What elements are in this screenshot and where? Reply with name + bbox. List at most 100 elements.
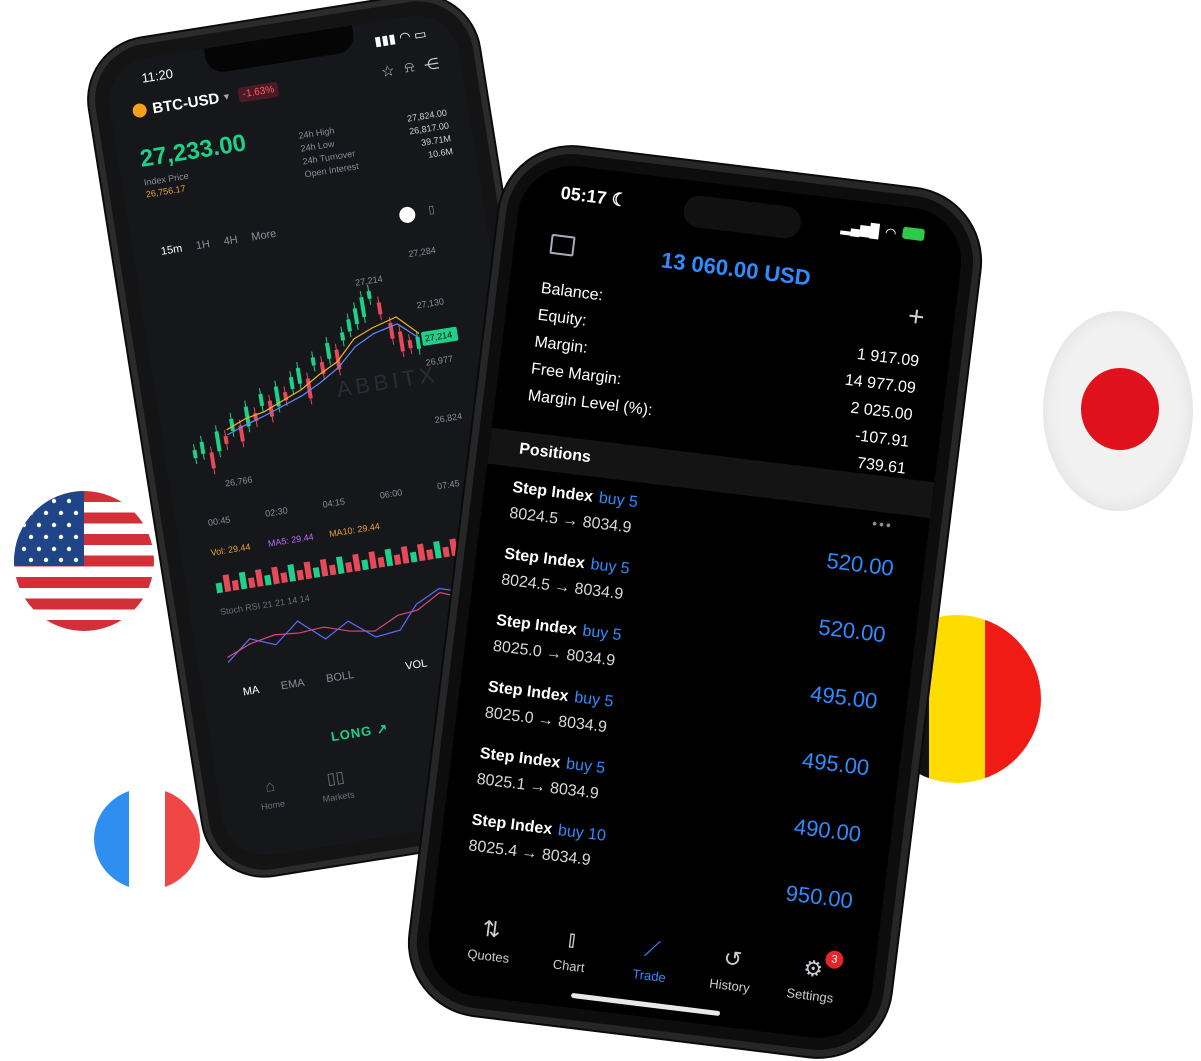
home-icon: ⌂ <box>264 777 277 797</box>
time-axis-label: 04:15 <box>322 496 346 509</box>
volume-bar <box>296 569 305 581</box>
candle <box>324 342 332 360</box>
volume-bar <box>393 554 402 566</box>
long-button[interactable]: LONG ↗ <box>330 720 390 745</box>
time-axis-label: 00:45 <box>207 514 231 527</box>
volume-bar <box>303 561 313 580</box>
status-icons: ▂▄▆█ ◠ <box>840 219 926 245</box>
position-side: buy 5 <box>597 489 639 512</box>
bottom-nav: ⌂ Home ▯▯ Markets <box>257 766 355 814</box>
candle <box>339 332 346 341</box>
volume-bar <box>433 540 442 559</box>
time-axis-label: 07:45 <box>436 478 460 491</box>
positions-list: Step Index buy 5 8024.5 → 8034.9 520.00 S… <box>465 473 899 919</box>
position-side: buy 10 <box>557 822 607 845</box>
candle <box>258 393 265 407</box>
nav-home[interactable]: ⌂ Home <box>257 777 286 814</box>
volume-legend-ma10: MA10: 29.44 <box>328 521 380 539</box>
position-prices: 8024.5 → 8034.9 <box>508 504 633 537</box>
candle <box>334 349 342 370</box>
tab-4h[interactable]: 4H <box>223 234 239 252</box>
signal-wifi-battery-icon: ▮▮▮ ◠ ▭ <box>373 25 428 49</box>
time-text: 05:17 <box>559 182 608 209</box>
candle <box>346 319 352 332</box>
summary-value: -107.91 <box>854 426 911 451</box>
position-symbol: Step Index <box>511 478 594 506</box>
nav-markets[interactable]: ▯▯ Markets <box>318 766 356 805</box>
position-symbol: Step Index <box>495 611 578 639</box>
volume-bar <box>416 543 426 562</box>
volume-bar <box>287 564 296 582</box>
trading-app-screen: 05:17 ☾ ▂▄▆█ ◠ 13 060.00 USD + Balance: … <box>422 159 968 1045</box>
moon-icon: ☾ <box>610 188 629 211</box>
volume-bar <box>247 577 256 589</box>
tab-label: Chart <box>552 956 586 976</box>
japan-flag-icon <box>1043 311 1193 511</box>
volume-bar <box>319 558 329 577</box>
tab-history[interactable]: ↺ History <box>694 942 769 997</box>
chevron-down-icon[interactable]: ▼ <box>221 91 231 102</box>
position-profit: 495.00 <box>800 747 871 781</box>
summary-label: Balance: <box>540 279 604 304</box>
tab-15m[interactable]: 15m <box>160 243 184 262</box>
position-side: buy 5 <box>581 622 623 645</box>
volume-bar <box>449 538 458 557</box>
star-icon[interactable]: ☆ <box>380 61 396 81</box>
tab-quotes[interactable]: ⇅ Quotes <box>453 912 528 967</box>
volume-bar <box>231 579 240 591</box>
tab-ema[interactable]: EMA <box>280 677 305 693</box>
change-badge: -1.63% <box>237 81 280 103</box>
wifi-icon: ◠ <box>884 224 898 241</box>
tab-settings[interactable]: ⚙ 3 Settings <box>774 949 849 1007</box>
volume-bar <box>328 564 337 576</box>
position-symbol: Step Index <box>478 744 562 772</box>
position-profit: 495.00 <box>808 680 879 714</box>
nav-label: Home <box>260 798 286 813</box>
tab-boll[interactable]: BOLL <box>325 669 355 685</box>
candle <box>366 290 372 300</box>
candle <box>295 367 303 385</box>
volume-bar <box>264 574 272 586</box>
status-time: 11:20 <box>140 65 175 86</box>
volume-bar <box>409 551 418 563</box>
tab-trade[interactable]: ⟋ Trade <box>613 932 688 987</box>
bottom-tab-bar: ⇅ Quotes ⫾ Chart ⟋ Trade ↺ History ⚙ 3 S… <box>453 912 850 1007</box>
stat-value: 39.71M <box>420 133 452 148</box>
stoch-rsi-label: Stoch RSI 21 21 14 14 <box>219 593 310 617</box>
notification-badge: 3 <box>824 949 845 970</box>
book-icon[interactable]: ▯ <box>427 203 436 220</box>
position-prices: 8025.0 → 8034.9 <box>492 637 616 670</box>
summary-value: 14 977.09 <box>843 371 917 397</box>
tab-label: Trade <box>631 966 667 986</box>
tab-label: History <box>708 975 751 996</box>
candle <box>397 331 405 352</box>
nav-label: Markets <box>321 789 356 805</box>
volume-bar <box>271 566 280 585</box>
stoch-line-d <box>227 591 461 659</box>
chart-icon: ⫾ <box>566 926 578 952</box>
markets-icon: ▯▯ <box>325 768 346 789</box>
position-prices: 8024.5 → 8034.9 <box>500 571 625 604</box>
share-icon[interactable]: ⋲ <box>423 54 440 74</box>
tab-1h[interactable]: 1H <box>195 238 211 256</box>
pair-selector[interactable]: BTC-USD <box>151 90 220 117</box>
volume-bar <box>368 551 377 569</box>
tab-vol[interactable]: VOL <box>405 657 429 672</box>
volume-bar <box>254 569 264 587</box>
status-time: 05:17 ☾ <box>560 183 629 212</box>
candle <box>223 435 229 445</box>
candle <box>192 449 198 459</box>
settings-icon: ⚙ <box>801 955 825 983</box>
time-axis-label: 06:00 <box>379 487 403 500</box>
price-axis-label: 26,824 <box>434 411 463 425</box>
candle <box>415 336 422 350</box>
tab-chart[interactable]: ⫾ Chart <box>533 922 608 977</box>
chart-watermark: ABBITX <box>335 361 440 402</box>
tab-ma[interactable]: MA <box>242 684 260 698</box>
chart-settings-icon[interactable] <box>397 205 417 225</box>
volume-bars <box>215 538 458 594</box>
tab-more[interactable]: More <box>251 228 278 248</box>
volume-bar <box>377 556 386 568</box>
bell-icon[interactable]: ⍾ <box>403 58 416 77</box>
quotes-icon: ⇅ <box>480 915 503 943</box>
